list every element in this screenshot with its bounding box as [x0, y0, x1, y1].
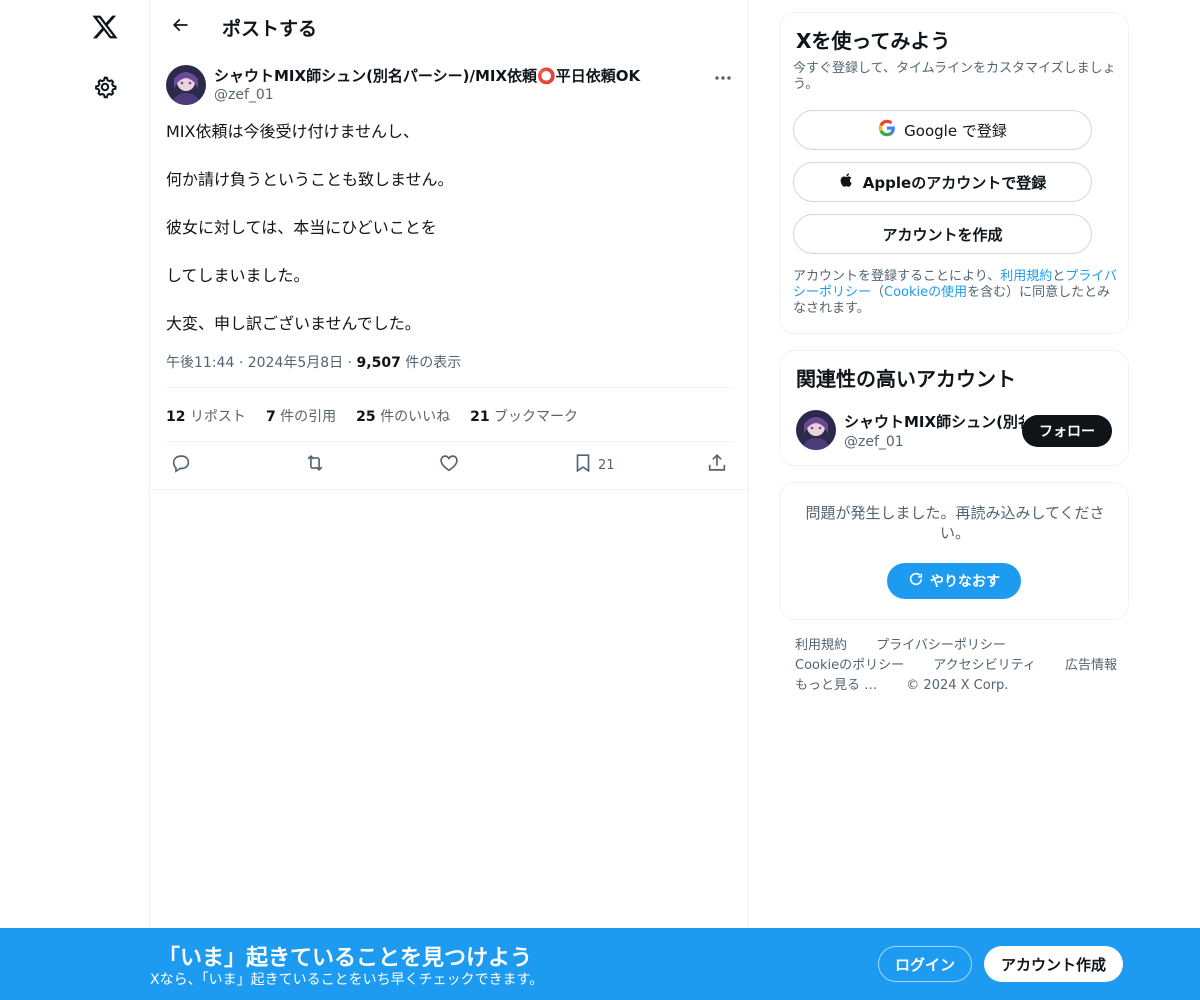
post-meta: 午後11:44 · 2024年5月8日 · 9,507 件の表示: [166, 352, 461, 372]
banner-title: 「いま」起きていることを見つけよう: [158, 946, 533, 971]
post-paragraph: してしまいました。: [166, 266, 310, 285]
banner-subtitle: Xなら、「いま」起きていることをいち早くチェックできます。: [150, 972, 544, 988]
post-time[interactable]: 午後11:44: [166, 355, 234, 371]
quotes-count: 7: [265, 409, 276, 425]
post-paragraph: 何か請け負うということも致しません。: [166, 170, 454, 189]
page-title: ポストする: [222, 18, 318, 40]
terms-notice: アカウントを登録することにより、利用規約とプライバシーポリシー（Cookieの使…: [793, 269, 1118, 317]
post-date[interactable]: 2024年5月8日: [248, 355, 343, 371]
back-button[interactable]: [162, 9, 198, 45]
gear-icon[interactable]: [86, 68, 124, 106]
likes-stat[interactable]: 25 件のいいね: [356, 406, 450, 426]
quotes-label: 件の引用: [280, 409, 337, 425]
views-label: 件の表示: [405, 355, 462, 371]
error-card: 問題が発生しました。再読み込みしてください。 やりなおす: [779, 482, 1129, 620]
bookmarks-label: ブックマーク: [494, 409, 579, 425]
related-accounts-card: 関連性の高いアカウント シャウトMIX師シュン(別名パーシー)/MIX依頼⭕平日…: [779, 350, 1129, 466]
terms-link[interactable]: 利用規約: [1000, 269, 1052, 284]
avatar[interactable]: [796, 410, 836, 450]
reply-button[interactable]: [170, 452, 192, 478]
apple-signup-label: Appleのアカウントで登録: [862, 173, 1047, 192]
create-account-label: アカウントを作成: [882, 225, 1003, 244]
footer-links: 利用規約 プライバシーポリシー Cookieのポリシー アクセシビリティ 広告情…: [795, 636, 1125, 696]
signup-subtitle: 今すぐ登録して、タイムラインをカスタマイズしましょう。: [793, 61, 1116, 92]
footer-link-terms[interactable]: 利用規約: [795, 638, 847, 653]
footer-link-accessibility[interactable]: アクセシビリティ: [933, 658, 1036, 673]
likes-count: 25: [356, 409, 376, 425]
main-column: ポストする シャウトMIX師シュン(別名パーシー)/MIX依頼⭕平日依頼OK @…: [150, 0, 749, 1000]
post-text: MIX依頼は今後受け付けませんし、 何か請け負うということも致しません。 彼女に…: [166, 120, 734, 360]
main-header: ポストする: [150, 0, 749, 54]
repost-icon: [304, 452, 326, 478]
terms-paren: （: [871, 285, 885, 300]
post-stats: 12 リポスト 7 件の引用 25 件のいいね 21 ブックマーク: [166, 406, 578, 426]
x-logo-icon[interactable]: [86, 8, 124, 46]
error-message: 問題が発生しました。再読み込みしてください。: [805, 504, 1105, 542]
author-name[interactable]: シャウトMIX師シュン(別名パーシー)/MIX依頼⭕平日依頼OK: [214, 65, 640, 86]
follow-button[interactable]: フォロー: [1022, 415, 1112, 447]
related-account-handle: @zef_01: [844, 434, 904, 450]
share-icon: [706, 452, 728, 478]
bookmark-count: 21: [598, 457, 615, 473]
create-account-button[interactable]: アカウントを作成: [793, 214, 1092, 254]
like-button[interactable]: [438, 452, 460, 478]
views-count: 9,507: [356, 355, 401, 371]
bookmarks-count: 21: [470, 409, 490, 425]
author-handle[interactable]: @zef_01: [214, 87, 274, 103]
footer-link-more[interactable]: もっと見る …: [795, 678, 877, 693]
retry-label: やりなおす: [930, 574, 1000, 590]
more-options-button[interactable]: [708, 64, 738, 86]
arrow-left-icon: [170, 15, 190, 39]
apple-icon: [839, 171, 855, 193]
bottom-banner: 「いま」起きていることを見つけよう Xなら、「いま」起きていることをいち早くチェ…: [0, 928, 1200, 1000]
signup-title: Xを使ってみよう: [796, 29, 951, 53]
related-title: 関連性の高いアカウント: [796, 367, 1016, 391]
reposts-label: リポスト: [189, 409, 246, 425]
divider: [166, 441, 734, 442]
avatar[interactable]: [166, 65, 206, 105]
google-icon: [878, 119, 896, 141]
google-signup-button[interactable]: Google で登録: [793, 110, 1092, 150]
meta-separator: ·: [238, 355, 248, 371]
footer-link-privacy[interactable]: プライバシーポリシー: [876, 638, 1006, 653]
related-account-name[interactable]: シャウトMIX師シュン(別名パーシー)/MIX依頼⭕平日依頼OK: [844, 411, 1024, 432]
post-actions: 21: [166, 452, 734, 478]
post-paragraph: 彼女に対しては、本当にひどいことを: [166, 218, 437, 237]
cookie-link[interactable]: Cookieの使用: [884, 285, 967, 300]
terms-and: と: [1052, 269, 1066, 284]
more-icon: [714, 66, 732, 85]
post: シャウトMIX師シュン(別名パーシー)/MIX依頼⭕平日依頼OK @zef_01…: [150, 54, 749, 490]
google-signup-label: Google で登録: [904, 121, 1007, 140]
likes-label: 件のいいね: [380, 409, 451, 425]
post-paragraph: MIX依頼は今後受け付けませんし、: [166, 122, 420, 141]
bookmark-button[interactable]: 21: [572, 452, 615, 478]
reposts-stat[interactable]: 12 リポスト: [166, 406, 246, 426]
apple-signup-button[interactable]: Appleのアカウントで登録: [793, 162, 1092, 202]
signup-button[interactable]: アカウント作成: [984, 946, 1123, 982]
retry-button[interactable]: やりなおす: [887, 563, 1021, 599]
bookmarks-stat[interactable]: 21 ブックマーク: [470, 406, 578, 426]
login-button[interactable]: ログイン: [878, 946, 972, 982]
signup-card: Xを使ってみよう 今すぐ登録して、タイムラインをカスタマイズしましょう。 Goo…: [779, 12, 1129, 334]
footer-link-ads[interactable]: 広告情報: [1065, 658, 1117, 673]
refresh-icon: [908, 571, 924, 591]
copyright: © 2024 X Corp.: [906, 678, 1009, 693]
divider: [166, 387, 734, 388]
heart-icon: [438, 452, 460, 478]
footer-link-cookie[interactable]: Cookieのポリシー: [795, 658, 904, 673]
bookmark-icon: [572, 452, 594, 478]
reply-icon: [170, 452, 192, 478]
terms-prefix: アカウントを登録することにより、: [793, 269, 1001, 284]
quotes-stat[interactable]: 7 件の引用: [266, 406, 336, 426]
share-button[interactable]: [706, 452, 728, 478]
repost-button[interactable]: [304, 452, 326, 478]
left-nav: [0, 0, 150, 1000]
reposts-count: 12: [166, 409, 186, 425]
meta-separator: ·: [347, 355, 357, 371]
